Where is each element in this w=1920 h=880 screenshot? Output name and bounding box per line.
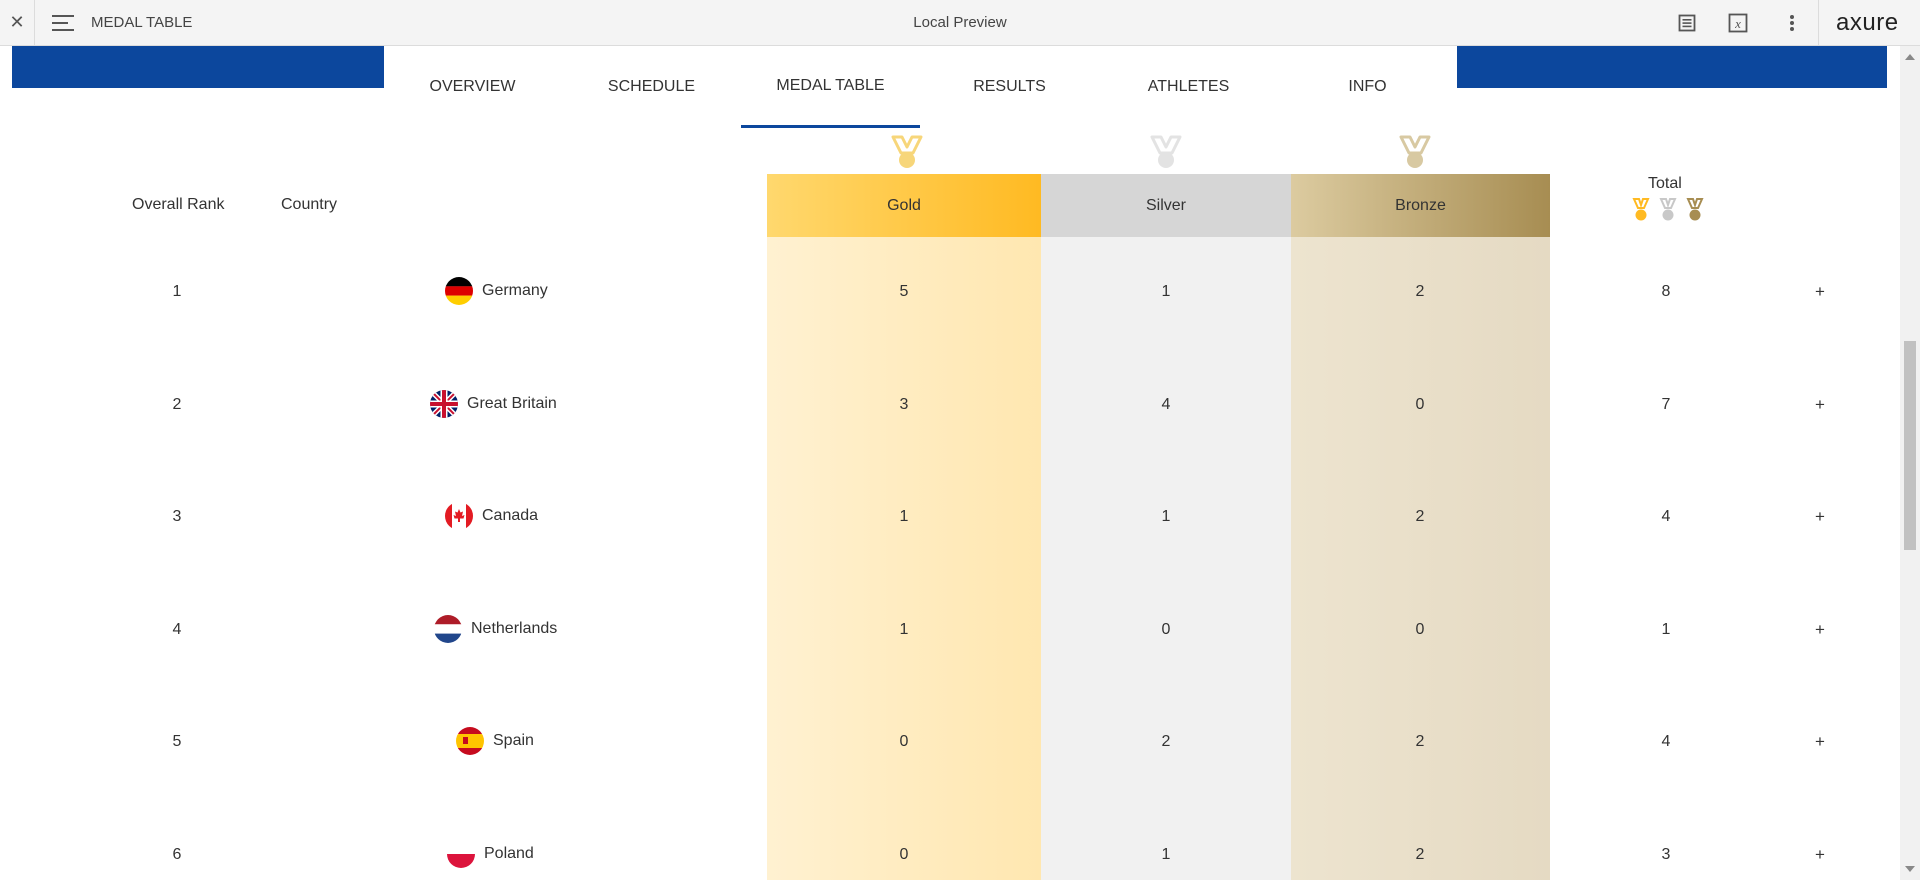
bronze-cell: 2 <box>1415 508 1425 525</box>
rank-cell: 5 <box>172 733 182 750</box>
gold-cell: 1 <box>899 508 909 525</box>
total-cell: 4 <box>1661 508 1671 525</box>
bronze-cell: 2 <box>1415 733 1425 750</box>
country-cell: Netherlands <box>434 615 557 643</box>
rank-cell: 2 <box>172 396 182 413</box>
netherlands-flag-icon <box>434 615 462 643</box>
expand-button[interactable]: + <box>1800 620 1840 640</box>
country-name: Germany <box>482 282 548 299</box>
notes-icon[interactable] <box>1676 12 1698 34</box>
rank-cell: 4 <box>172 621 182 638</box>
expand-button[interactable]: + <box>1800 507 1840 527</box>
hamburger-icon[interactable] <box>52 14 74 32</box>
country-name: Netherlands <box>471 620 558 637</box>
country-name: Great Britain <box>467 395 557 412</box>
country-name: Spain <box>493 732 534 749</box>
country-name: Canada <box>482 507 539 524</box>
gold-cell: 5 <box>899 283 909 300</box>
bronze-cell: 2 <box>1415 283 1425 300</box>
gold-cell: 3 <box>899 396 909 413</box>
expand-button[interactable]: + <box>1800 732 1840 752</box>
rank-cell: 1 <box>172 283 182 300</box>
silver-cell: 1 <box>1161 846 1171 863</box>
more-vertical-icon[interactable] <box>1781 12 1803 34</box>
country-cell: Great Britain <box>430 390 557 418</box>
variables-icon[interactable]: x <box>1727 12 1749 34</box>
rank-cell: 3 <box>172 508 182 525</box>
preview-toolbar: ✕ MEDAL TABLE Local Preview x axure <box>0 0 1920 46</box>
silver-cell: 1 <box>1161 283 1171 300</box>
rank-cell: 6 <box>172 846 182 863</box>
medals-icon <box>1632 198 1704 221</box>
country-cell: Germany <box>445 277 548 305</box>
gold-cell: 0 <box>899 733 909 750</box>
close-icon: ✕ <box>9 12 25 32</box>
header-band-right <box>1457 46 1887 88</box>
country-name: Poland <box>484 845 534 862</box>
gold-medal-icon <box>891 135 923 168</box>
header-silver[interactable]: Silver <box>1041 174 1291 237</box>
page-title: MEDAL TABLE <box>91 14 193 31</box>
silver-cell: 1 <box>1161 508 1171 525</box>
header-country: Country <box>281 196 338 213</box>
axure-logo: axure <box>1836 9 1899 36</box>
close-button[interactable]: ✕ <box>0 0 35 45</box>
scrollbar-thumb[interactable] <box>1904 341 1916 550</box>
tab-info[interactable]: INFO <box>1278 46 1457 128</box>
page-content: OVERVIEW SCHEDULE MEDAL TABLE RESULTS AT… <box>0 46 1900 880</box>
preview-title: Local Preview <box>913 14 1007 31</box>
bronze-cell: 0 <box>1415 621 1425 638</box>
gold-column <box>767 174 1041 880</box>
tab-schedule[interactable]: SCHEDULE <box>562 46 741 128</box>
gold-cell: 0 <box>899 846 909 863</box>
country-cell: Canada <box>445 502 538 530</box>
silver-column <box>1041 174 1291 880</box>
tab-medal-table[interactable]: MEDAL TABLE <box>741 46 920 128</box>
header-band-left <box>12 46 384 88</box>
expand-button[interactable]: + <box>1800 395 1840 415</box>
scroll-up-icon[interactable] <box>1905 54 1915 60</box>
vertical-scrollbar[interactable] <box>1900 46 1920 880</box>
bronze-cell: 2 <box>1415 846 1425 863</box>
bronze-column <box>1291 174 1550 880</box>
country-cell: Spain <box>456 727 534 755</box>
spain-flag-icon <box>456 727 484 755</box>
poland-flag-icon <box>447 840 475 868</box>
header-total: Total <box>1648 175 1682 192</box>
tab-athletes[interactable]: ATHLETES <box>1099 46 1278 128</box>
silver-medal-icon <box>1150 135 1182 168</box>
canada-flag-icon <box>445 502 473 530</box>
total-cell: 3 <box>1661 846 1671 863</box>
country-cell: Poland <box>447 840 534 868</box>
total-cell: 1 <box>1661 621 1671 638</box>
header-gold[interactable]: Gold <box>767 174 1041 237</box>
header-overall-rank: Overall Rank <box>132 196 225 213</box>
tab-results[interactable]: RESULTS <box>920 46 1099 128</box>
silver-cell: 0 <box>1161 621 1171 638</box>
expand-button[interactable]: + <box>1800 845 1840 865</box>
scroll-down-icon[interactable] <box>1905 866 1915 872</box>
silver-cell: 4 <box>1161 396 1171 413</box>
svg-text:x: x <box>1734 16 1741 31</box>
germany-flag-icon <box>445 277 473 305</box>
header-bronze[interactable]: Bronze <box>1291 174 1550 237</box>
tab-overview[interactable]: OVERVIEW <box>383 46 562 128</box>
total-cell: 8 <box>1661 283 1671 300</box>
expand-button[interactable]: + <box>1800 282 1840 302</box>
bronze-cell: 0 <box>1415 396 1425 413</box>
total-cell: 4 <box>1661 733 1671 750</box>
bronze-medal-icon <box>1399 135 1431 168</box>
gold-cell: 1 <box>899 621 909 638</box>
silver-cell: 2 <box>1161 733 1171 750</box>
great-britain-flag-icon <box>430 390 458 418</box>
total-cell: 7 <box>1661 396 1671 413</box>
toolbar-divider <box>1818 0 1819 46</box>
